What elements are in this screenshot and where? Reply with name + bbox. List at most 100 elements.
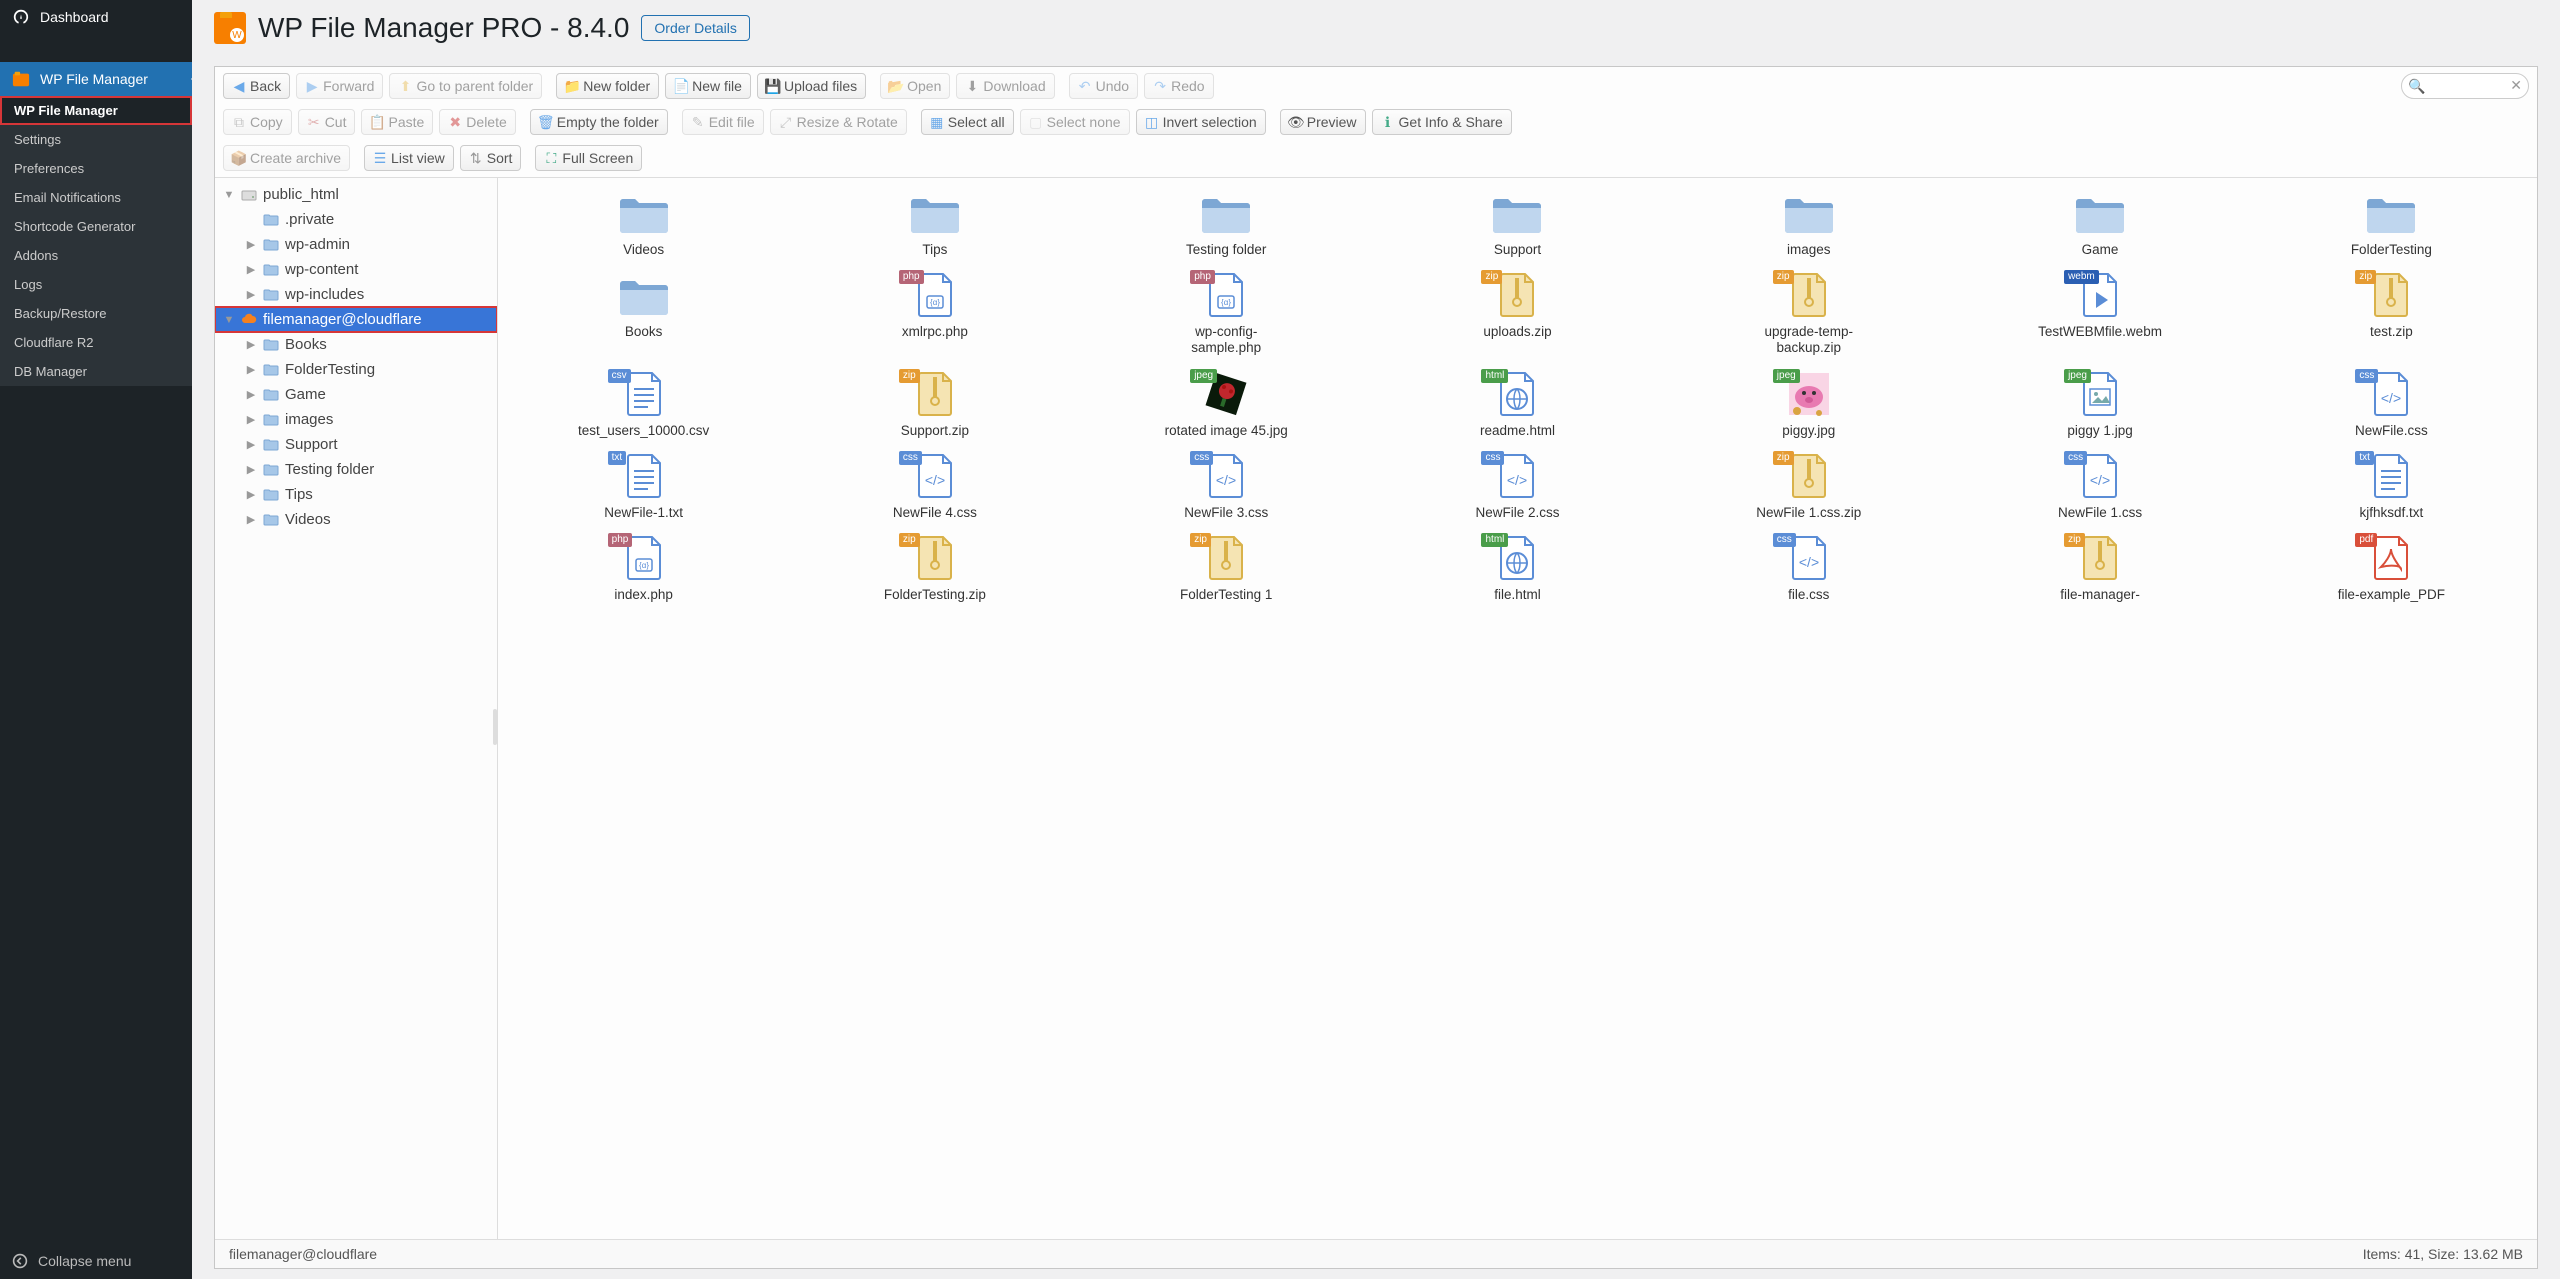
submenu-item-settings[interactable]: Settings [0, 125, 192, 154]
tree-item-videos[interactable]: ▶Videos [215, 507, 497, 532]
file-item[interactable]: zipupgrade-temp-backup.zip [1665, 266, 1952, 360]
file-label: FolderTesting.zip [884, 587, 986, 603]
tree-item-public-html[interactable]: ▼public_html [215, 182, 497, 207]
file-item[interactable]: zipfile-manager- [1956, 529, 2243, 607]
file-item[interactable]: Videos [500, 184, 787, 262]
file-label: rotated image 45.jpg [1165, 423, 1288, 439]
sort-button[interactable]: ⇅Sort [460, 145, 522, 171]
submenu-item-logs[interactable]: Logs [0, 270, 192, 299]
file-item[interactable]: zipNewFile 1.css.zip [1665, 447, 1952, 525]
file-item[interactable]: txtkjfhksdf.txt [2248, 447, 2535, 525]
file-item[interactable]: zipFolderTesting.zip [791, 529, 1078, 607]
undo-button[interactable]: ↶Undo [1069, 73, 1138, 99]
tree-item-testing-folder[interactable]: ▶Testing folder [215, 457, 497, 482]
submenu-item-preferences[interactable]: Preferences [0, 154, 192, 183]
file-item[interactable]: ziptest.zip [2248, 266, 2535, 360]
file-item[interactable]: Tips [791, 184, 1078, 262]
filetype-badge: jpeg [1773, 369, 1800, 383]
submenu-item-cloudflare-r2[interactable]: Cloudflare R2 [0, 328, 192, 357]
file-item[interactable]: Support [1374, 184, 1661, 262]
tree-item-books[interactable]: ▶Books [215, 332, 497, 357]
file-item[interactable]: {α}phpxmlrpc.php [791, 266, 1078, 360]
archive-button[interactable]: 📦Create archive [223, 145, 350, 171]
file-item[interactable]: Testing folder [1083, 184, 1370, 262]
selectnone-button[interactable]: ▢Select none [1020, 109, 1130, 135]
submenu-item-addons[interactable]: Addons [0, 241, 192, 270]
forward-button[interactable]: ▶Forward [296, 73, 383, 99]
edit-button[interactable]: ✎Edit file [682, 109, 764, 135]
order-details-button[interactable]: Order Details [641, 15, 749, 41]
file-item[interactable]: images [1665, 184, 1952, 262]
submenu-item-email-notifications[interactable]: Email Notifications [0, 183, 192, 212]
upload-button[interactable]: 💾Upload files [757, 73, 866, 99]
redo-button[interactable]: ↷Redo [1144, 73, 1213, 99]
file-item[interactable]: jpegrotated image 45.jpg [1083, 365, 1370, 443]
tree-item-support[interactable]: ▶Support [215, 432, 497, 457]
file-item[interactable]: jpegpiggy 1.jpg [1956, 365, 2243, 443]
file-label: NewFile 4.css [893, 505, 977, 521]
file-item[interactable]: </>cssNewFile 4.css [791, 447, 1078, 525]
status-bar: filemanager@cloudflare Items: 41, Size: … [215, 1239, 2537, 1268]
empty-button[interactable]: 🗑Empty the folder [530, 109, 668, 135]
download-button[interactable]: ⬇Download [956, 73, 1054, 99]
file-item[interactable]: </>cssfile.css [1665, 529, 1952, 607]
file-icon: zip [2070, 533, 2130, 583]
file-item[interactable]: txtNewFile-1.txt [500, 447, 787, 525]
file-item[interactable]: jpegpiggy.jpg [1665, 365, 1952, 443]
tree-item-wp-admin[interactable]: ▶wp-admin [215, 232, 497, 257]
tree-item-tips[interactable]: ▶Tips [215, 482, 497, 507]
fullscreen-button[interactable]: ⛶Full Screen [535, 145, 642, 171]
file-item[interactable]: zipFolderTesting 1 [1083, 529, 1370, 607]
tree-item-foldertesting[interactable]: ▶FolderTesting [215, 357, 497, 382]
delete-button[interactable]: ✖Delete [439, 109, 515, 135]
submenu-item-db-manager[interactable]: DB Manager [0, 357, 192, 386]
file-item[interactable]: zipuploads.zip [1374, 266, 1661, 360]
resize-button[interactable]: ⤢Resize & Rotate [770, 109, 907, 135]
info-icon: ℹ [1381, 115, 1395, 129]
back-button[interactable]: ◀Back [223, 73, 290, 99]
copy-button[interactable]: ⧉Copy [223, 109, 292, 135]
tree-item-wp-content[interactable]: ▶wp-content [215, 257, 497, 282]
tree-item-wp-includes[interactable]: ▶wp-includes [215, 282, 497, 307]
tree-item--private[interactable]: .private [215, 207, 497, 232]
tree-item-filemanager-cloudflare[interactable]: ▼filemanager@cloudflare [215, 307, 497, 332]
file-item[interactable]: {α}phpwp-config-sample.php [1083, 266, 1370, 360]
sidebar-item-wp-file-manager[interactable]: WP File Manager [0, 62, 192, 96]
preview-button[interactable]: 👁Preview [1280, 109, 1366, 135]
tree-resize-handle[interactable] [493, 709, 497, 745]
file-item[interactable]: Books [500, 266, 787, 360]
selectall-button[interactable]: ▦Select all [921, 109, 1014, 135]
file-item[interactable]: {α}phpindex.php [500, 529, 787, 607]
tree-label: filemanager@cloudflare [263, 311, 422, 328]
cut-button[interactable]: ✂Cut [298, 109, 356, 135]
file-item[interactable]: FolderTesting [2248, 184, 2535, 262]
newfolder-button[interactable]: 📁New folder [556, 73, 659, 99]
file-item[interactable]: </>cssNewFile 3.css [1083, 447, 1370, 525]
clear-search-icon[interactable]: ✕ [2510, 77, 2522, 94]
sidebar-item-dashboard[interactable]: Dashboard [0, 0, 192, 34]
file-item[interactable]: htmlfile.html [1374, 529, 1661, 607]
collapse-menu[interactable]: Collapse menu [0, 1243, 192, 1279]
newfile-button[interactable]: 📄New file [665, 73, 751, 99]
submenu-item-shortcode-generator[interactable]: Shortcode Generator [0, 212, 192, 241]
file-item[interactable]: </>cssNewFile 1.css [1956, 447, 2243, 525]
submenu-item-wp-file-manager[interactable]: WP File Manager [0, 96, 192, 125]
tree-item-images[interactable]: ▶images [215, 407, 497, 432]
file-item[interactable]: webmTestWEBMfile.webm [1956, 266, 2243, 360]
file-item[interactable]: htmlreadme.html [1374, 365, 1661, 443]
file-item[interactable]: csvtest_users_10000.csv [500, 365, 787, 443]
file-item[interactable]: </>cssNewFile.css [2248, 365, 2535, 443]
list-button[interactable]: ☰List view [364, 145, 454, 171]
tree-item-game[interactable]: ▶Game [215, 382, 497, 407]
file-item[interactable]: Game [1956, 184, 2243, 262]
file-item[interactable]: </>cssNewFile 2.css [1374, 447, 1661, 525]
toolbar-label: Undo [1096, 78, 1129, 94]
info-button[interactable]: ℹGet Info & Share [1372, 109, 1512, 135]
submenu-item-backup-restore[interactable]: Backup/Restore [0, 299, 192, 328]
open-button[interactable]: 📂Open [880, 73, 950, 99]
up-button[interactable]: ⬆Go to parent folder [389, 73, 542, 99]
invert-button[interactable]: ◫Invert selection [1136, 109, 1266, 135]
paste-button[interactable]: 📋Paste [361, 109, 433, 135]
file-item[interactable]: zipSupport.zip [791, 365, 1078, 443]
file-item[interactable]: pdffile-example_PDF [2248, 529, 2535, 607]
